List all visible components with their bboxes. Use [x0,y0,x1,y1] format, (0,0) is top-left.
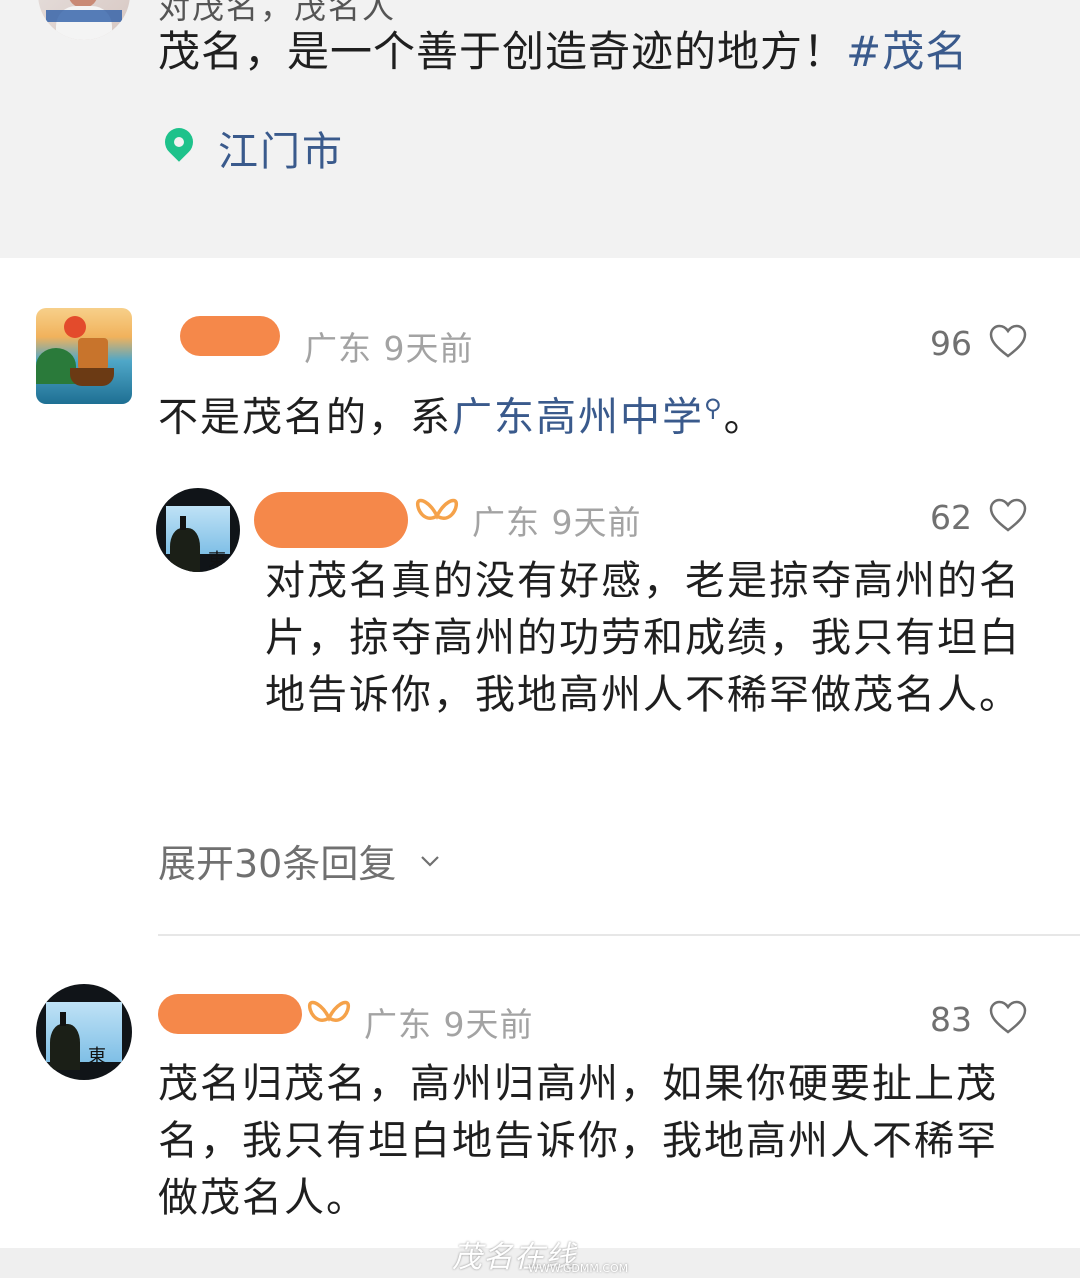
comment-region: 广东 [364,1005,432,1044]
redacted-username [254,492,408,548]
post-text: 茂名，是一个善于创造奇迹的地方！#茂名 [158,24,968,80]
reply-text: 对茂名真的没有好感，老是掠夺高州的名片，掠夺高州的功劳和成绩，我只有坦白地告诉你… [265,558,1021,718]
comment-meta: 广东 9天前 [364,998,534,1046]
location-pin-icon [162,128,196,168]
comment-text-part: 不是茂名的，系 [158,394,452,441]
comment-avatar[interactable]: 東 [36,984,132,1080]
comment-text: 茂名归茂名，高州归高州，如果你硬要扯上茂名，我只有坦白地告诉你，我地高州人不稀罕… [158,1061,998,1221]
reply-avatar[interactable]: 東 [156,488,240,572]
like-count: 62 [930,498,972,537]
post-author-avatar[interactable] [38,0,130,40]
comment-time: 9天前 [383,329,474,368]
comment-text-end: 。 [723,394,766,441]
location-label: 江门市 [218,129,344,175]
search-icon: ⚲ [704,394,724,422]
post-card: 对茂名，茂名人 茂名，是一个善于创造奇迹的地方！#茂名 江门市 [0,0,1080,258]
comment-meta: 广东 9天前 [304,322,474,370]
vip-badge-icon [415,498,459,520]
chevron-down-icon [421,855,440,867]
redacted-username [180,316,280,356]
reply-region: 广东 [472,503,540,542]
heart-icon[interactable] [988,496,1028,536]
divider [158,934,1080,936]
comment-avatar[interactable] [36,308,132,404]
comment-region: 广东 [304,329,372,368]
comment-text: 不是茂名的，系广东高州中学⚲。 [158,380,766,446]
school-link[interactable]: 广东高州中学 [452,394,704,440]
expand-replies-button[interactable]: 展开30条回复 [158,833,440,888]
expand-replies-label: 展开30条回复 [158,842,397,886]
watermark-url: WWW.GDMM.COM [528,1262,629,1275]
post-hashtag[interactable]: #茂名 [846,27,968,76]
reply-time: 9天前 [551,503,642,542]
reply-meta: 广东 9天前 [472,496,642,544]
heart-icon[interactable] [988,998,1028,1038]
like-count: 96 [930,324,972,363]
redacted-username [158,994,302,1034]
vip-badge-icon [307,1000,351,1022]
heart-icon[interactable] [988,322,1028,362]
post-body: 茂名，是一个善于创造奇迹的地方！ [158,27,847,76]
post-location[interactable]: 江门市 [162,122,344,175]
comment-time: 9天前 [443,1005,534,1044]
like-count: 83 [930,1000,972,1039]
